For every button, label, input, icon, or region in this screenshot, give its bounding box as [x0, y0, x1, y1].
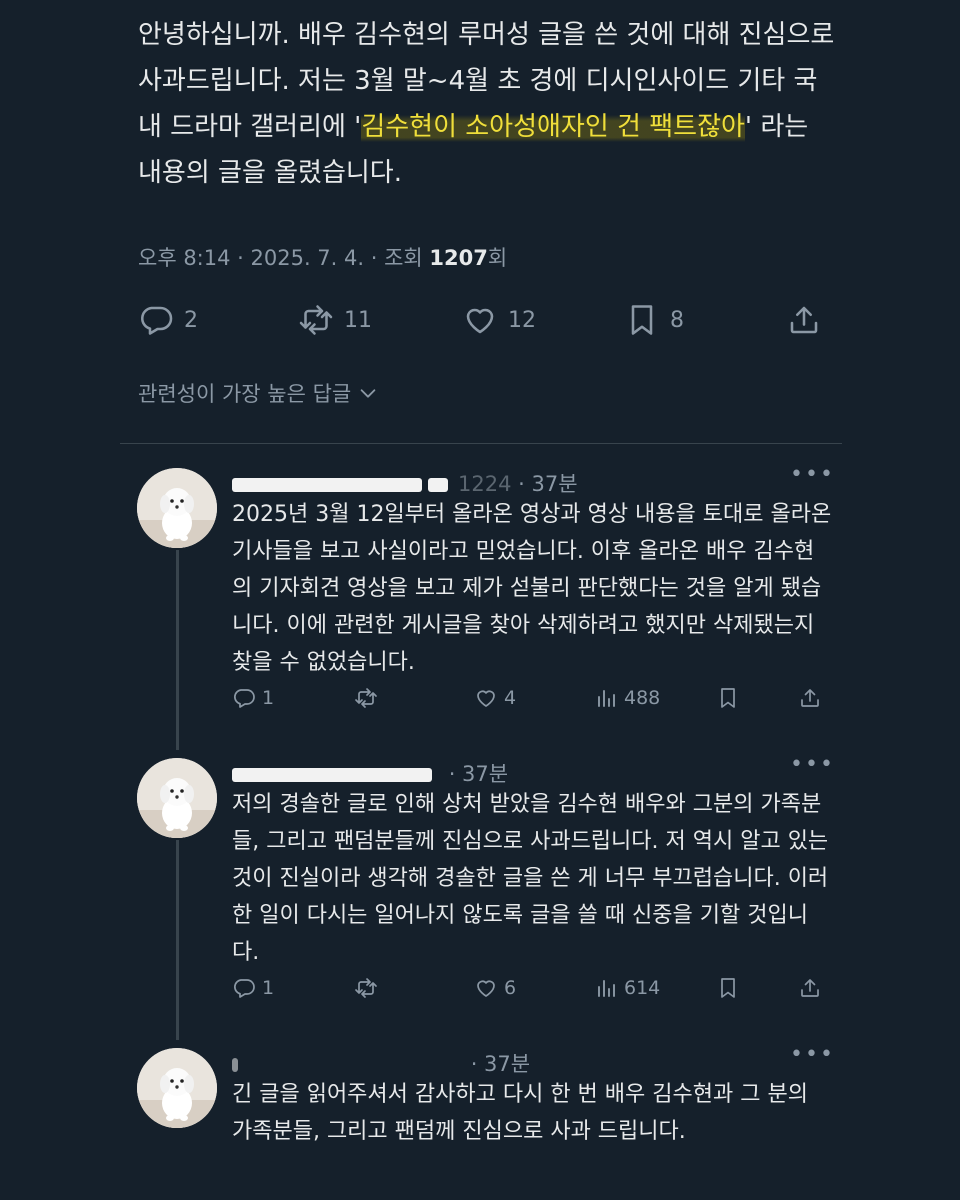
reply-header: · 37분	[232, 758, 508, 788]
avatar[interactable]	[137, 468, 217, 548]
reply-text: 긴 글을 읽어주셔서 감사하고 다시 한 번 배우 김수현과 그 분의 가족분들…	[232, 1082, 808, 1144]
repost-arrows-icon	[298, 302, 334, 338]
reply-handle: 1224	[458, 472, 512, 496]
post-highlighted-quote: 김수현이 소아성애자인 건 팩트잖아	[361, 112, 745, 142]
reply-count: 1	[262, 687, 275, 709]
thread-line	[176, 840, 179, 1040]
views-count: 614	[624, 977, 661, 999]
bookmark-button[interactable]	[716, 976, 740, 1000]
reply-header: 1224 · 37분	[232, 468, 578, 498]
reply-text: 2025년 3월 12일부터 올라온 영상과 영상 내용을 토대로 올라온 기사…	[232, 502, 832, 675]
chevron-down-icon	[360, 389, 376, 398]
share-upload-icon	[798, 976, 822, 1000]
reply-count: 2	[184, 307, 198, 333]
like-button[interactable]: 4	[474, 686, 516, 710]
more-options-button[interactable]: •••	[790, 1042, 835, 1067]
post-timestamp: 오후 8:14 · 2025. 7. 4. · 조회	[138, 246, 430, 270]
repost-arrows-icon	[354, 686, 378, 710]
reply-time: · 37분	[470, 1052, 531, 1076]
views-count: 488	[624, 687, 661, 709]
white-puppy-avatar-icon	[137, 468, 217, 548]
reply-text: 저의 경솔한 글로 인해 상처 받았을 김수현 배우와 그분의 가족분들, 그리…	[232, 792, 829, 965]
more-options-button[interactable]: •••	[790, 752, 835, 777]
view-count-suffix: 회	[487, 246, 508, 270]
avatar[interactable]	[137, 1048, 217, 1128]
views-button[interactable]: 614	[594, 976, 660, 1000]
bookmark-button[interactable]: 8	[624, 302, 684, 338]
more-dots-icon: •••	[790, 462, 835, 487]
heart-icon	[462, 302, 498, 338]
like-count: 12	[508, 307, 536, 333]
heart-icon	[474, 976, 498, 1000]
reply-button[interactable]: 2	[138, 302, 198, 338]
reply-time: · 37분	[448, 762, 509, 786]
views-button[interactable]: 488	[594, 686, 660, 710]
reply-sort-dropdown[interactable]: 관련성이 가장 높은 답글	[138, 378, 379, 408]
redacted-name	[232, 478, 422, 492]
like-button[interactable]: 12	[462, 302, 536, 338]
avatar[interactable]	[137, 758, 217, 838]
post-text: 안녕하십니까. 배우 김수현의 루머성 글을 쓴 것에 대해 진심으로 사과드립…	[138, 12, 838, 196]
view-count: 1207	[429, 246, 488, 270]
share-button[interactable]	[798, 686, 822, 710]
bookmark-icon	[716, 976, 740, 1000]
share-button[interactable]	[786, 302, 822, 338]
share-upload-icon	[786, 302, 822, 338]
redacted-name	[428, 478, 448, 492]
bookmark-icon	[624, 302, 660, 338]
reply-header: · 37분	[232, 1048, 530, 1078]
more-options-button[interactable]: •••	[790, 462, 835, 487]
heart-icon	[474, 686, 498, 710]
bar-chart-icon	[594, 686, 618, 710]
repost-arrows-icon	[354, 976, 378, 1000]
reply-count: 1	[262, 977, 275, 999]
repost-button[interactable]	[354, 976, 378, 1000]
bookmark-button[interactable]	[716, 686, 740, 710]
bookmark-count: 8	[670, 307, 684, 333]
divider	[120, 443, 842, 444]
reply-action-bar: 1 4 488	[232, 686, 824, 716]
like-count: 6	[504, 977, 517, 999]
reply-button[interactable]: 1	[232, 686, 274, 710]
thread-line	[176, 550, 179, 750]
reply-sort-label: 관련성이 가장 높은 답글	[138, 382, 352, 406]
repost-button[interactable]	[354, 686, 378, 710]
post-meta: 오후 8:14 · 2025. 7. 4. · 조회 1207회	[138, 242, 507, 272]
like-count: 4	[504, 687, 517, 709]
share-upload-icon	[798, 686, 822, 710]
redacted-name	[232, 1058, 238, 1072]
bar-chart-icon	[594, 976, 618, 1000]
redacted-name	[232, 768, 432, 782]
white-puppy-avatar-icon	[137, 1048, 217, 1128]
reply-action-bar: 1 6 614	[232, 976, 824, 1006]
more-dots-icon: •••	[790, 752, 835, 777]
post-action-bar: 2 11 12 8	[138, 302, 822, 344]
repost-count: 11	[344, 307, 372, 333]
reply-time: · 37분	[518, 472, 578, 496]
share-button[interactable]	[798, 976, 822, 1000]
reply-button[interactable]: 1	[232, 976, 274, 1000]
more-dots-icon: •••	[790, 1042, 835, 1067]
white-puppy-avatar-icon	[137, 758, 217, 838]
speech-bubble-icon	[138, 302, 174, 338]
speech-bubble-icon	[232, 976, 256, 1000]
like-button[interactable]: 6	[474, 976, 516, 1000]
bookmark-icon	[716, 686, 740, 710]
repost-button[interactable]: 11	[298, 302, 372, 338]
speech-bubble-icon	[232, 686, 256, 710]
